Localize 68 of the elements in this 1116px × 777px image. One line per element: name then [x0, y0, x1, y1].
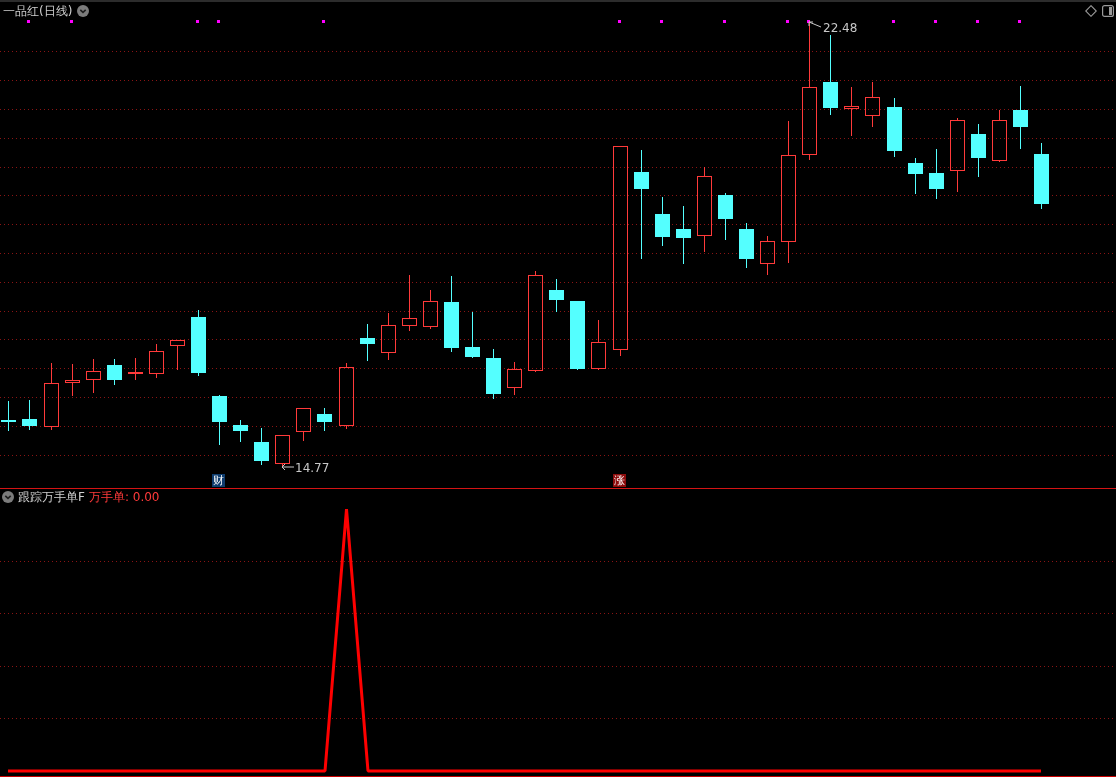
- candle: [971, 124, 986, 177]
- candle: [191, 310, 206, 376]
- signal-marker-icon: [196, 20, 199, 23]
- candle: [486, 349, 501, 399]
- candle: [317, 408, 332, 431]
- high-price-label: 22.48: [823, 22, 858, 35]
- candle: [507, 362, 522, 395]
- chevron-down-icon[interactable]: [77, 5, 90, 17]
- candle: [1034, 143, 1049, 209]
- event-tag: 财: [212, 474, 225, 487]
- signal-marker-icon: [1018, 20, 1021, 23]
- candle: [170, 340, 185, 370]
- candle: [65, 364, 80, 396]
- candle: [402, 275, 417, 331]
- signal-marker-icon: [976, 20, 979, 23]
- candle: [275, 435, 290, 466]
- signal-marker-icon: [807, 20, 810, 23]
- candle: [212, 395, 227, 445]
- indicator-title: 跟踪万手单F: [18, 490, 85, 504]
- candle: [22, 400, 37, 430]
- candle: [887, 98, 902, 157]
- event-tag: 涨: [613, 474, 626, 487]
- candle: [929, 149, 944, 199]
- signal-marker-icon: [892, 20, 895, 23]
- signal-marker-icon: [217, 20, 220, 23]
- indicator-reading: 万手单: 0.00: [88, 490, 160, 504]
- chevron-down-icon[interactable]: [2, 491, 14, 503]
- candle: [233, 420, 248, 442]
- signal-marker-icon: [70, 20, 73, 23]
- split-panel-icon[interactable]: [1102, 5, 1114, 17]
- candle: [676, 206, 691, 264]
- candle: [760, 236, 775, 275]
- candle: [591, 320, 606, 370]
- diamond-icon[interactable]: [1085, 5, 1097, 17]
- candle: [718, 193, 733, 240]
- candle: [908, 158, 923, 194]
- candle: [423, 290, 438, 329]
- signal-marker-icon: [660, 20, 663, 23]
- candle: [739, 223, 754, 268]
- candle: [992, 110, 1007, 162]
- pointer-arrow-icon: [281, 463, 295, 471]
- candle: [465, 312, 480, 358]
- low-price-label: 14.77: [295, 462, 330, 475]
- candle: [86, 359, 101, 393]
- candle: [107, 359, 122, 385]
- candle: [254, 428, 269, 465]
- candle: [655, 197, 670, 246]
- candle: [360, 324, 375, 361]
- signal-marker-icon: [723, 20, 726, 23]
- signal-marker-icon: [786, 20, 789, 23]
- pointer-arrow-icon: [808, 21, 822, 29]
- signal-marker-icon: [27, 20, 30, 23]
- candle: [339, 363, 354, 429]
- candle: [1013, 86, 1028, 149]
- candle: [128, 358, 143, 380]
- signal-marker-icon: [934, 20, 937, 23]
- candle: [844, 87, 859, 136]
- signal-marker-icon: [618, 20, 621, 23]
- candle: [381, 313, 396, 360]
- candle: [570, 301, 585, 370]
- candle: [1, 401, 16, 431]
- candle: [149, 344, 164, 378]
- candle: [865, 82, 880, 127]
- signal-marker-icon: [322, 20, 325, 23]
- candle: [296, 408, 311, 441]
- candle: [44, 363, 59, 430]
- chart-title: 一品红(日线): [3, 4, 73, 18]
- candle: [549, 279, 564, 312]
